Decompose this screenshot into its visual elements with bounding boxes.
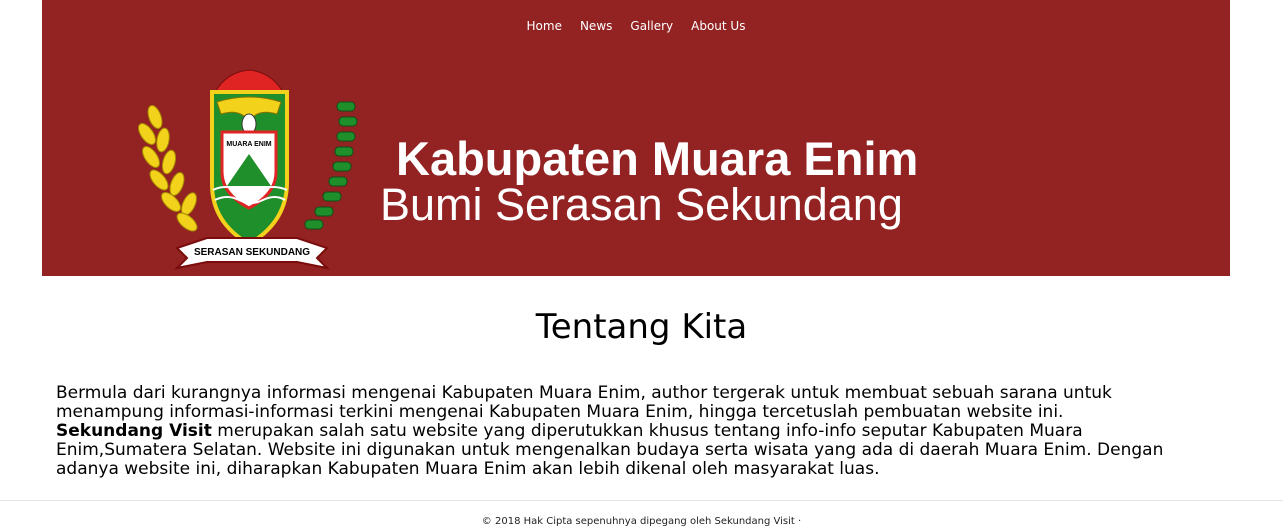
page-heading: Tentang Kita bbox=[535, 307, 748, 347]
nav-about-link[interactable]: About Us bbox=[682, 19, 754, 33]
brand-name: Sekundang Visit bbox=[56, 421, 212, 441]
crown-icon bbox=[214, 69, 284, 93]
footer-divider bbox=[0, 500, 1283, 501]
about-intro-text: Bermula dari kurangnya informasi mengena… bbox=[56, 383, 1112, 422]
main-nav: Home News Gallery About Us bbox=[42, 19, 1230, 33]
about-paragraph: Bermula dari kurangnya informasi mengena… bbox=[56, 384, 1216, 479]
nav-gallery-link[interactable]: Gallery bbox=[621, 19, 682, 33]
emblem-top-text: MUARA ENIM bbox=[226, 141, 271, 148]
muara-enim-emblem-logo: MUARA ENIM SERASAN SEKUNDANG bbox=[138, 69, 358, 270]
banner-title: Kabupaten Muara Enim bbox=[396, 132, 919, 185]
about-body-text: merupakan salah satu website yang diperu… bbox=[56, 421, 1164, 479]
nav-home-link[interactable]: Home bbox=[518, 19, 571, 33]
cotton-stalk-right-icon bbox=[304, 101, 358, 230]
rice-stalk-left-icon bbox=[138, 105, 198, 232]
banner-subtitle: Bumi Serasan Sekundang bbox=[380, 179, 903, 230]
header-banner: Home News Gallery About Us MUARA ENIM SE… bbox=[42, 0, 1230, 276]
footer-copyright: © 2018 Hak Cipta sepenuhnya dipegang ole… bbox=[481, 516, 802, 527]
emblem-ribbon-text: SERASAN SEKUNDANG bbox=[194, 247, 310, 258]
nav-news-link[interactable]: News bbox=[571, 19, 621, 33]
